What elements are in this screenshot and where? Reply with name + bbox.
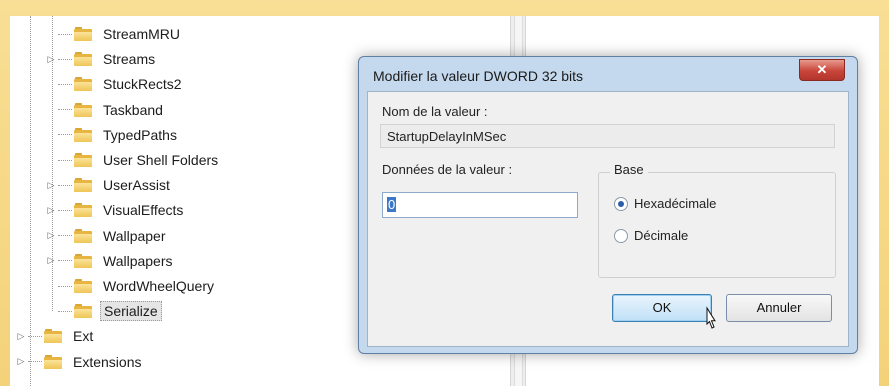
tree-item-label: Ext [73,328,94,345]
base-groupbox [598,172,836,278]
value-data-text: 0 [387,197,397,212]
tree-item[interactable]: StreamMRU [46,22,183,46]
folder-icon [44,354,62,369]
tree-connector [58,285,72,287]
tree-connector [28,335,42,337]
expand-arrow-icon[interactable]: ▷ [46,54,56,65]
folder-icon [74,153,92,167]
folder-icon [74,27,92,41]
tree-connector [58,109,72,111]
ok-button[interactable]: OK [612,294,712,322]
tree-item[interactable]: StuckRects2 [46,72,185,96]
tree-connector [28,361,42,363]
expand-arrow-icon[interactable]: ▷ [46,230,56,241]
tree-connector [58,134,72,136]
folder-icon [74,279,92,293]
expand-arrow-icon[interactable]: ▷ [46,180,56,191]
dialog-body: Nom de la valeur : StartupDelayInMSec Do… [367,91,849,347]
tree-item[interactable]: WordWheelQuery [46,274,217,298]
tree-item-label: StuckRects2 [103,76,182,93]
tree-connector [58,209,72,211]
tree-connector [58,58,72,60]
value-data-label: Données de la valeur : [382,162,513,177]
expand-arrow-icon[interactable]: ▷ [46,255,56,266]
tree-item-label: User Shell Folders [103,152,219,168]
expand-arrow-icon[interactable]: ▷ [16,356,26,367]
cancel-button[interactable]: Annuler [726,294,832,322]
expand-arrow-icon[interactable]: ▷ [16,331,26,342]
value-name-field: StartupDelayInMSec [380,124,835,148]
folder-icon [74,203,92,218]
folder-icon [74,253,92,268]
expand-arrow-icon[interactable]: ▷ [46,205,56,216]
tree-item-label: Taskband [103,101,163,118]
close-button[interactable]: ✕ [799,59,845,81]
tree-item[interactable]: User Shell Folders [46,148,221,172]
tree-item[interactable]: ▷ VisualEffects [46,198,186,222]
mouse-pointer-icon [706,306,716,329]
tree-connector [58,83,72,85]
folder-icon [74,178,92,193]
radio-dec-label: Décimale [634,228,689,243]
dialog-titlebar[interactable]: Modifier la valeur DWORD 32 bits ✕ [359,57,857,91]
folder-icon [74,102,92,117]
value-data-input[interactable]: 0 [382,192,578,218]
tree-item-label: Serialize [100,301,162,322]
tree-item-label: Streams [103,51,156,68]
radio-hex-indicator[interactable] [614,196,628,211]
tree-item-label: StreamMRU [103,26,181,42]
base-label: Base [610,162,648,177]
folder-icon [74,52,92,67]
folder-icon [44,329,62,344]
tree-item[interactable]: ▷ UserAssist [46,173,173,197]
tree-item-label: UserAssist [103,177,170,194]
tree-item-label: VisualEffects [103,202,184,219]
tree-item[interactable]: ▷ Wallpapers [46,249,176,273]
tree-item[interactable]: ▷ Streams [46,47,158,71]
tree-connector [58,159,72,161]
tree-item-label: Wallpapers [103,252,173,269]
edit-dword-dialog: Modifier la valeur DWORD 32 bits ✕ Nom d… [358,56,858,354]
radio-hexadecimal[interactable]: Hexadécimale [614,196,716,211]
dialog-title: Modifier la valeur DWORD 32 bits [373,68,584,84]
radio-decimal[interactable]: Décimale [614,228,688,243]
tree-connector [58,260,72,262]
close-icon: ✕ [816,62,828,77]
radio-dec-indicator[interactable] [614,228,628,243]
folder-icon [74,77,92,92]
tree-item[interactable]: TypedPaths [46,123,180,147]
tree-connector [58,310,72,312]
radio-hex-label: Hexadécimale [634,196,717,211]
tree-item[interactable]: ▷ Extensions [16,350,144,374]
tree-connector [58,235,72,237]
tree-item-label: Extensions [73,353,142,370]
tree-item[interactable]: Serialize [46,299,162,323]
value-name-label: Nom de la valeur : [382,104,488,119]
tree-item[interactable]: ▷ Ext [16,324,96,348]
folder-icon [74,304,92,319]
tree-item[interactable]: ▷ Wallpaper [46,224,169,248]
tree-item[interactable]: Taskband [46,98,166,122]
folder-icon [74,127,92,142]
tree-item-label: TypedPaths [103,126,177,143]
folder-icon [74,228,92,243]
tree-connector [58,33,72,35]
tree-item-label: WordWheelQuery [103,278,215,294]
tree-item-label: Wallpaper [103,227,166,244]
tree-connector [58,184,72,186]
